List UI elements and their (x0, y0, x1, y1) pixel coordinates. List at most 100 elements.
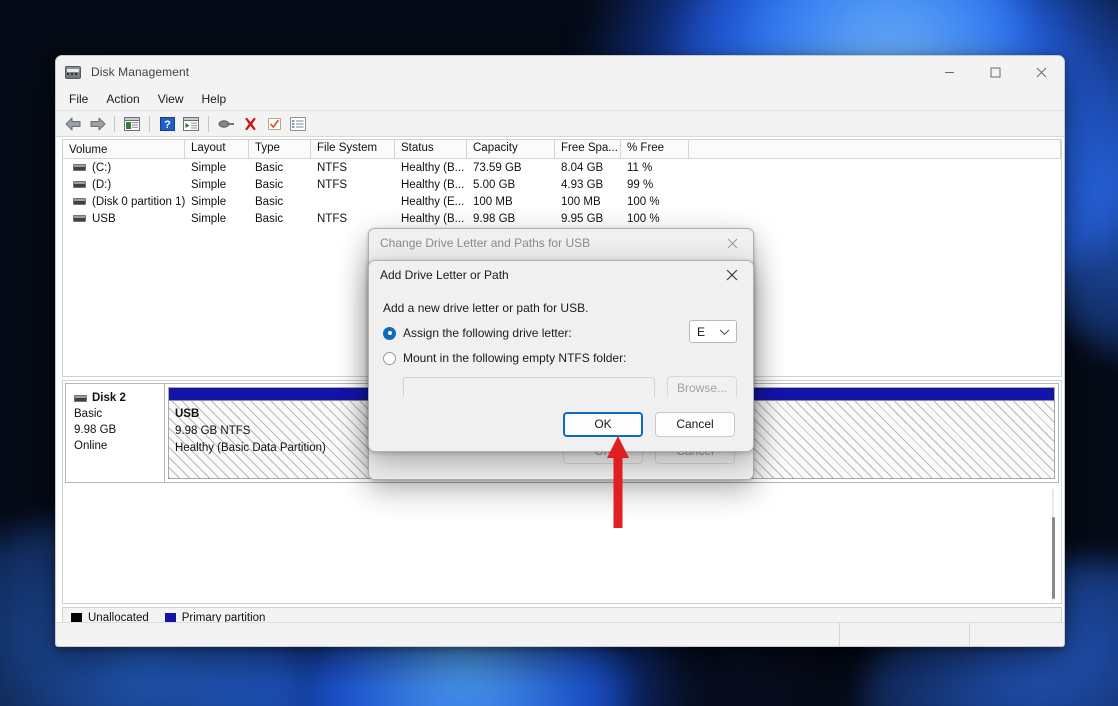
toolbar: ? (56, 111, 1064, 137)
cell-type: Basic (255, 195, 284, 208)
cell-capacity: 9.98 GB (473, 212, 516, 225)
status-cell-2 (840, 622, 971, 646)
add-drive-letter-dialog-title[interactable]: Add Drive Letter or Path (369, 261, 753, 289)
table-row[interactable]: (Disk 0 partition 1) Simple Basic Health… (63, 193, 1061, 210)
ok-button[interactable]: OK (563, 411, 643, 437)
disk-name: Disk 2 (92, 392, 126, 404)
close-icon[interactable] (711, 229, 753, 257)
add-drive-letter-dialog-buttons: OK Cancel (369, 397, 753, 451)
cell-percent-free: 11 % (627, 161, 653, 174)
radio-row-assign-drive-letter[interactable]: Assign the following drive letter: (383, 326, 737, 340)
disk-icon (74, 394, 87, 402)
cell-file-system: NTFS (317, 212, 348, 225)
menu-item-action[interactable]: Action (97, 90, 148, 108)
dialog-title-text: Change Drive Letter and Paths for USB (380, 236, 591, 250)
back-icon[interactable] (62, 113, 84, 135)
window-titlebar[interactable]: Disk Management (56, 56, 1064, 88)
cell-capacity: 100 MB (473, 195, 513, 208)
column-header-free-space[interactable]: Free Spa... (555, 140, 621, 158)
forward-icon[interactable] (86, 113, 108, 135)
cell-percent-free: 100 % (627, 195, 660, 208)
column-header-layout[interactable]: Layout (185, 140, 249, 158)
cell-status: Healthy (B... (401, 212, 465, 225)
cell-file-system: NTFS (317, 178, 348, 191)
menu-item-help[interactable]: Help (193, 90, 236, 108)
cell-percent-free: 99 % (627, 178, 654, 191)
column-header-volume[interactable]: Volume (63, 140, 185, 158)
disk-size: 9.98 GB (74, 424, 117, 436)
cell-type: Basic (255, 161, 284, 174)
table-row[interactable]: (D:) Simple Basic NTFS Healthy (B... 5.0… (63, 176, 1061, 193)
cell-volume: USB (92, 212, 116, 225)
scrollbar-thumb[interactable] (1051, 517, 1055, 599)
table-row[interactable]: (C:) Simple Basic NTFS Healthy (B... 73.… (63, 159, 1061, 176)
column-header-type[interactable]: Type (249, 140, 311, 158)
cell-free-space: 4.93 GB (561, 178, 604, 191)
close-icon[interactable] (711, 261, 753, 289)
menu-bar: File Action View Help (56, 88, 1064, 111)
disk-management-icon (65, 64, 81, 80)
cell-free-space: 100 MB (561, 195, 601, 208)
column-header-file-system[interactable]: File System (311, 140, 395, 158)
show-action-pane-icon[interactable] (287, 113, 309, 135)
cell-status: Healthy (B... (401, 161, 465, 174)
cell-free-space: 8.04 GB (561, 161, 604, 174)
cell-layout: Simple (191, 212, 227, 225)
menu-item-file[interactable]: File (60, 90, 97, 108)
column-header-percent-free[interactable]: % Free (621, 140, 689, 158)
drive-letter-select[interactable]: E (689, 320, 737, 343)
add-drive-letter-dialog-body: Add a new drive letter or path for USB. … (369, 289, 753, 404)
column-header-capacity[interactable]: Capacity (467, 140, 555, 158)
table-row[interactable]: USB Simple Basic NTFS Healthy (B... 9.98… (63, 210, 1061, 227)
cell-capacity: 5.00 GB (473, 178, 516, 191)
delete-icon[interactable] (239, 113, 261, 135)
show-hide-console-tree-icon[interactable] (121, 113, 143, 135)
radio-assign-drive-letter[interactable] (383, 326, 396, 340)
dialog-hint-text: Add a new drive letter or path for USB. (383, 301, 589, 315)
column-header-filler[interactable] (689, 140, 1061, 158)
radio-label-assign-drive-letter: Assign the following drive letter: (403, 326, 572, 340)
change-drive-letter-dialog-title[interactable]: Change Drive Letter and Paths for USB (369, 229, 753, 257)
dialog-title-text: Add Drive Letter or Path (380, 268, 509, 282)
status-cell-main (56, 622, 841, 646)
cancel-button[interactable]: Cancel (655, 411, 735, 437)
drive-letter-value: E (697, 324, 706, 339)
window-title: Disk Management (91, 65, 190, 79)
volume-icon (73, 181, 86, 188)
radio-row-mount-ntfs-folder[interactable]: Mount in the following empty NTFS folder… (383, 351, 737, 365)
volume-icon (73, 198, 86, 205)
cell-capacity: 73.59 GB (473, 161, 522, 174)
add-drive-letter-or-path-dialog: Add Drive Letter or Path Add a new drive… (368, 260, 754, 452)
help-icon[interactable]: ? (156, 113, 178, 135)
column-header-status[interactable]: Status (395, 140, 467, 158)
status-cell-3 (970, 623, 1064, 647)
checkmark-icon[interactable] (263, 113, 285, 135)
maximize-button[interactable] (972, 56, 1018, 88)
chevron-down-icon[interactable] (719, 325, 730, 339)
disk-panel-scrollbar[interactable] (1047, 489, 1059, 601)
close-button[interactable] (1018, 56, 1064, 88)
cell-volume: (D:) (92, 178, 112, 191)
cell-type: Basic (255, 178, 284, 191)
disk-info[interactable]: Disk 2 Basic 9.98 GB Online (65, 383, 165, 483)
volume-list-header: Volume Layout Type File System Status Ca… (63, 140, 1061, 159)
volume-icon (73, 164, 86, 171)
cell-volume: (Disk 0 partition 1) (92, 195, 185, 208)
toolbar-separator (208, 115, 209, 132)
status-bar (56, 622, 1064, 646)
radio-mount-ntfs-folder[interactable] (383, 351, 396, 365)
toolbar-separator (114, 115, 115, 132)
cell-layout: Simple (191, 161, 227, 174)
radio-label-mount-ntfs-folder: Mount in the following empty NTFS folder… (403, 351, 627, 365)
cell-status: Healthy (E... (401, 195, 465, 208)
disk-state: Online (74, 440, 108, 452)
properties-list-icon[interactable] (180, 113, 202, 135)
menu-item-view[interactable]: View (149, 90, 193, 108)
window-controls (926, 56, 1064, 88)
disk-type: Basic (74, 408, 103, 420)
minimize-button[interactable] (926, 56, 972, 88)
cell-type: Basic (255, 212, 284, 225)
toolbar-separator (149, 115, 150, 132)
cell-file-system: NTFS (317, 161, 348, 174)
rescan-disks-icon[interactable] (215, 113, 237, 135)
